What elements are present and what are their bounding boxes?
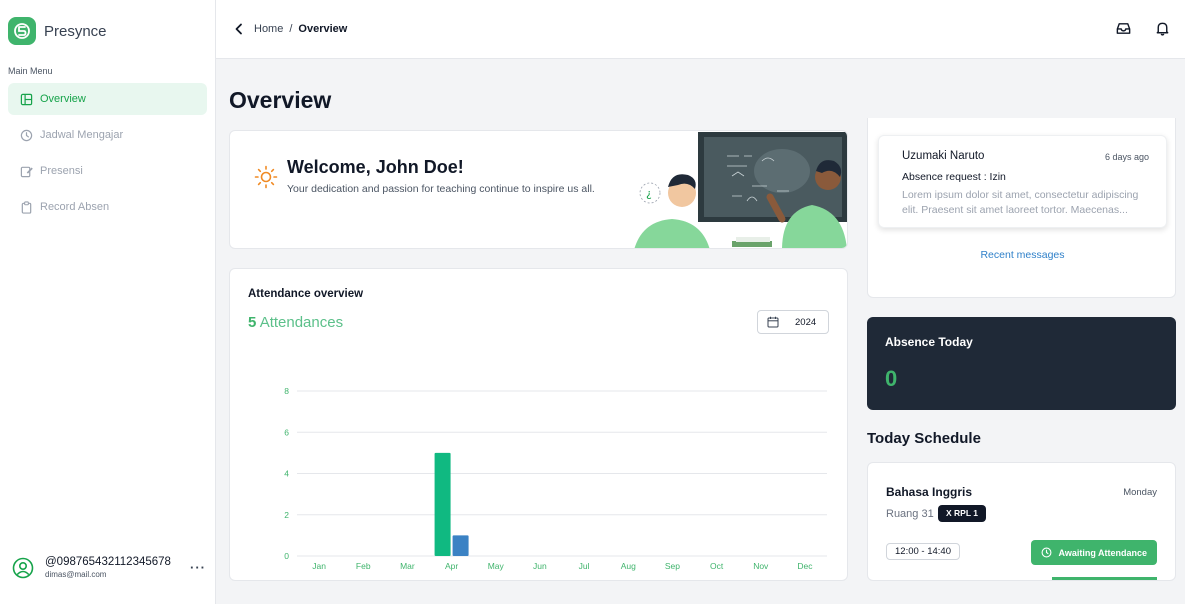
user-profile[interactable]: @098765432112345678 dimas@mail.com ··· [12, 556, 208, 579]
attendance-count-value: 5 [248, 314, 257, 331]
x-tick-label: May [488, 561, 505, 571]
sidebar-item-jadwal-mengajar[interactable]: Jadwal Mengajar [8, 119, 207, 151]
sidebar-item-record-absen[interactable]: Record Absen [8, 191, 207, 223]
sidebar: Presynce Main Menu Overview Jadwal Menga… [0, 0, 216, 604]
edit-icon [20, 166, 33, 177]
topbar-actions [1093, 20, 1171, 37]
brand[interactable]: Presynce [8, 17, 107, 45]
x-tick-label: Apr [445, 561, 458, 571]
schedule-card: Bahasa Inggris Monday Ruang 31 X RPL 1 1… [867, 462, 1176, 581]
topbar: Home / Overview [216, 0, 1185, 59]
inbox-icon[interactable] [1115, 20, 1132, 37]
svg-text:¿: ¿ [646, 187, 652, 200]
sidebar-item-presensi[interactable]: Presensi [8, 155, 207, 187]
calendar-icon [767, 316, 779, 328]
attendance-chart: 0 2 4 6 8 Jan Feb Mar Apr May Jun Jul Aug Sep Oct Nov De… [284, 386, 827, 571]
message-subject: Absence request : Izin [902, 171, 1006, 183]
absence-title: Absence Today [885, 335, 973, 349]
welcome-title: Welcome, John Doe! [287, 157, 464, 177]
schedule-day: Monday [1123, 487, 1157, 498]
x-tick-label: Jul [579, 561, 590, 571]
y-tick-label: 4 [284, 469, 289, 479]
teacher-illustration: ¿ [634, 132, 847, 248]
year-value: 2024 [795, 316, 817, 328]
menu-section-title: Main Menu [8, 66, 53, 76]
awaiting-attendance-button[interactable]: Awaiting Attendance [1031, 540, 1157, 565]
brand-logo-icon [8, 17, 36, 45]
attendance-card: Attendance overview 5 Attendances 2024 0… [229, 268, 848, 581]
schedule-room: Ruang 31 [886, 508, 934, 520]
attendance-count: 5 Attendances [248, 314, 343, 331]
status-label: Awaiting Attendance [1058, 547, 1147, 558]
clock-icon [20, 129, 33, 141]
sidebar-item-label: Jadwal Mengajar [40, 129, 124, 141]
schedule-title: Today Schedule [867, 430, 981, 447]
breadcrumb-home[interactable]: Home [254, 23, 283, 35]
bar [434, 452, 451, 556]
sidebar-item-label: Record Absen [40, 201, 110, 213]
breadcrumb: Home / Overview [232, 22, 347, 36]
messages-card: Uzumaki Naruto 6 days ago Absence reques… [867, 118, 1176, 298]
bell-icon[interactable] [1154, 20, 1171, 37]
chevron-left-icon[interactable] [232, 22, 246, 36]
y-tick-label: 0 [284, 551, 289, 561]
message-sender: Uzumaki Naruto [902, 150, 985, 162]
message-time: 6 days ago [1104, 152, 1149, 162]
y-tick-label: 2 [284, 510, 289, 520]
y-tick-label: 8 [284, 386, 289, 396]
x-tick-label: Nov [753, 561, 769, 571]
x-tick-label: Sep [665, 561, 680, 571]
attendance-count-label: Attendances [259, 314, 344, 331]
schedule-time: 12:00 - 14:40 [886, 543, 960, 560]
year-picker[interactable]: 2024 [757, 310, 829, 334]
bar [452, 535, 469, 556]
schedule-subject: Bahasa Inggris [886, 485, 973, 499]
page-title: Overview [229, 87, 332, 113]
message-item[interactable]: Uzumaki Naruto 6 days ago Absence reques… [878, 135, 1167, 228]
x-tick-label: Dec [797, 561, 813, 571]
message-body: Lorem ipsum dolor sit amet, consectetur … [902, 189, 1139, 216]
breadcrumb-separator: / [289, 23, 293, 35]
clipboard-icon [21, 200, 32, 214]
sidebar-item-label: Presensi [40, 165, 83, 177]
breadcrumb-current: Overview [298, 23, 348, 35]
attendance-title: Attendance overview [248, 288, 364, 300]
brand-name: Presynce [44, 22, 107, 40]
welcome-subtitle: Your dedication and passion for teaching… [287, 183, 595, 195]
x-tick-label: Jan [312, 561, 326, 571]
x-tick-label: Mar [400, 561, 415, 571]
x-tick-label: Oct [710, 561, 724, 571]
absence-value: 0 [885, 366, 898, 391]
sidebar-item-label: Overview [40, 93, 86, 105]
clock-icon [1042, 547, 1052, 558]
user-name: @098765432112345678 [45, 556, 171, 568]
layout-icon [20, 93, 33, 105]
y-tick-label: 6 [284, 427, 289, 437]
sidebar-item-overview[interactable]: Overview [8, 83, 207, 115]
sun-icon [254, 165, 278, 189]
sidebar-menu: Overview Jadwal Mengajar Presensi Record… [8, 83, 207, 227]
user-avatar-icon [12, 557, 34, 578]
class-badge: X RPL 1 [938, 505, 986, 522]
more-icon[interactable]: ··· [190, 560, 206, 575]
x-tick-label: Feb [356, 561, 371, 571]
x-tick-label: Aug [621, 561, 636, 571]
welcome-card: Welcome, John Doe! Your dedication and p… [229, 130, 848, 249]
recent-messages-link[interactable]: Recent messages [868, 249, 1177, 261]
schedule-progress-indicator [1052, 577, 1157, 580]
absence-today-card: Absence Today 0 [867, 317, 1176, 410]
x-tick-label: Jun [533, 561, 547, 571]
user-email: dimas@mail.com [45, 570, 107, 579]
